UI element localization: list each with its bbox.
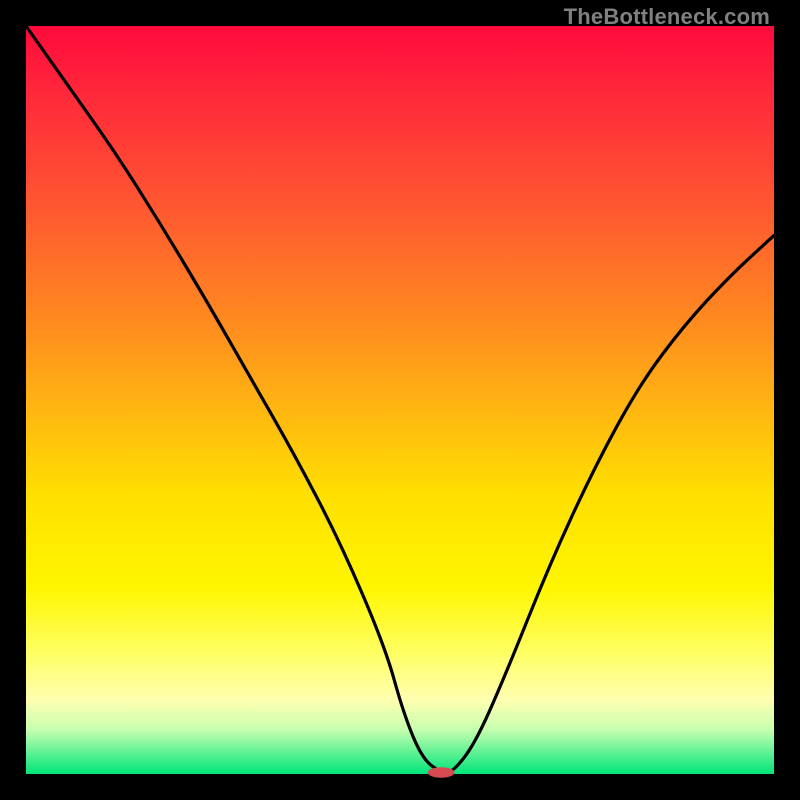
watermark-text: TheBottleneck.com <box>564 4 770 30</box>
chart-svg <box>26 26 774 774</box>
plot-area <box>26 26 774 774</box>
optimal-marker <box>428 767 455 777</box>
chart-frame: TheBottleneck.com <box>0 0 800 800</box>
bottleneck-curve <box>26 26 774 773</box>
